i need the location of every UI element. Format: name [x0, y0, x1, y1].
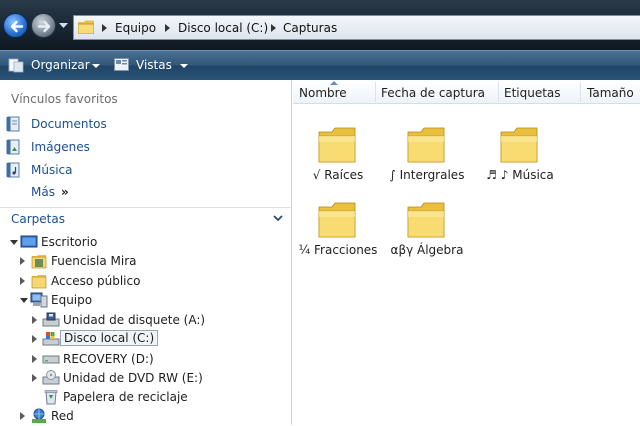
sort-ascending-icon	[330, 81, 338, 85]
hard-drive-icon	[42, 355, 60, 364]
tree-item-label: RECOVERY (D:)	[63, 352, 154, 366]
favorite-link-label: Música	[31, 163, 73, 177]
favorite-links-title: Vínculos favoritos	[11, 92, 118, 106]
tree-item-label: Fuencisla Mira	[51, 254, 137, 268]
public-folder-icon	[31, 275, 47, 289]
computer-icon	[30, 292, 48, 308]
documents-icon	[6, 116, 20, 132]
organize-dropdown-icon	[92, 64, 100, 68]
breadcrumb-separator-icon[interactable]	[271, 24, 276, 32]
tree-item-label: Disco local (C:)	[60, 330, 159, 346]
tree-item-label: Papelera de reciclaje	[63, 390, 188, 404]
organize-label: Organizar	[31, 58, 90, 72]
breadcrumb-separator-icon[interactable]	[165, 24, 170, 32]
navigation-pane: Vínculos favoritos Documentos Imágenes M…	[0, 80, 292, 425]
tree-item-label: Unidad de DVD RW (E:)	[63, 371, 203, 385]
breadcrumb-equipo[interactable]: Equipo	[115, 21, 156, 35]
tree-expand-arrow-icon[interactable]	[20, 412, 25, 420]
column-divider[interactable]	[375, 82, 376, 102]
tree-item-label: Red	[51, 409, 74, 423]
favorite-link-pictures[interactable]: Imágenes	[6, 137, 246, 157]
back-arrow-icon	[10, 20, 24, 33]
folders-title[interactable]: Carpetas	[11, 212, 65, 226]
folder-item-musica[interactable]: ♬ ♪ Música	[475, 126, 565, 192]
forward-arrow-icon	[37, 20, 51, 33]
folder-icon	[318, 127, 356, 163]
folder-item-label: ♬ ♪ Música	[486, 168, 554, 182]
folder-item-raices[interactable]: √ Raíces	[293, 126, 383, 192]
column-header-fecha-captura[interactable]: Fecha de captura	[381, 86, 485, 100]
column-divider[interactable]	[498, 82, 499, 102]
views-dropdown-icon	[180, 64, 188, 68]
local-disk-icon	[42, 332, 60, 346]
tree-expand-arrow-icon[interactable]	[20, 277, 25, 285]
folder-icon	[318, 202, 356, 238]
folder-item-label: ¼ Fracciones	[298, 243, 378, 257]
floppy-drive-icon	[42, 312, 60, 327]
desktop-icon	[20, 235, 38, 248]
folder-icon	[500, 127, 538, 163]
favorite-link-music[interactable]: Música	[6, 160, 246, 180]
breadcrumb-disco-local[interactable]: Disco local (C:)	[178, 21, 268, 35]
folder-item-algebra[interactable]: αβγ Álgebra	[382, 201, 472, 267]
tree-expand-arrow-icon[interactable]	[32, 355, 37, 363]
back-button[interactable]	[3, 13, 28, 38]
folder-icon	[78, 20, 94, 34]
tree-expand-arrow-icon[interactable]	[32, 316, 37, 324]
folder-item-label: ∫ Intergrales	[389, 168, 465, 182]
tree-item-label: Acceso público	[51, 274, 141, 288]
recycle-bin-icon	[44, 390, 58, 405]
favorite-link-documents[interactable]: Documentos	[6, 114, 246, 134]
folder-item-label: √ Raíces	[312, 168, 364, 182]
tree-expand-arrow-icon[interactable]	[20, 257, 25, 265]
tree-expand-arrow-icon[interactable]	[32, 335, 37, 343]
folder-icon	[407, 202, 445, 238]
breadcrumb-separator-icon[interactable]	[102, 24, 107, 32]
music-icon	[6, 162, 20, 178]
views-label: Vistas	[136, 58, 172, 72]
column-divider[interactable]	[580, 82, 581, 102]
address-box[interactable]: Equipo Disco local (C:) Capturas	[73, 15, 640, 40]
network-icon	[32, 408, 46, 423]
folder-item-label: αβγ Álgebra	[390, 243, 464, 257]
more-links-button[interactable]: Más »	[31, 185, 69, 199]
user-folder-icon	[31, 255, 47, 269]
file-list-pane: Nombre Fecha de captura Etiquetas Tamaño…	[293, 80, 640, 425]
chevron-down-icon[interactable]	[272, 212, 284, 224]
pane-divider	[0, 207, 291, 208]
column-header-nombre[interactable]: Nombre	[299, 86, 347, 100]
column-header-etiquetas[interactable]: Etiquetas	[504, 86, 561, 100]
command-bar: Organizar Vistas	[0, 50, 640, 80]
tree-item-label: Unidad de disquete (A:)	[63, 313, 206, 327]
tree-expand-arrow-icon[interactable]	[10, 240, 18, 245]
double-chevron-icon: »	[60, 185, 69, 199]
column-headers: Nombre Fecha de captura Etiquetas Tamaño	[293, 80, 640, 104]
pictures-icon	[6, 139, 20, 155]
forward-button[interactable]	[31, 13, 56, 38]
organize-icon	[8, 58, 24, 73]
recent-pages-dropdown-icon[interactable]	[59, 22, 68, 29]
folder-item-intergrales[interactable]: ∫ Intergrales	[382, 126, 472, 192]
folder-item-fracciones[interactable]: ¼ Fracciones	[293, 201, 383, 267]
dvd-drive-icon	[42, 370, 60, 385]
tree-item-label: Equipo	[51, 293, 93, 307]
tree-expand-arrow-icon[interactable]	[20, 298, 28, 303]
favorite-link-label: Imágenes	[31, 140, 90, 154]
address-toolbar: Equipo Disco local (C:) Capturas	[0, 0, 640, 50]
more-links-label: Más	[31, 185, 55, 199]
column-header-tamano[interactable]: Tamaño	[587, 86, 634, 100]
tree-item-label: Escritorio	[41, 235, 98, 249]
tree-expand-arrow-icon[interactable]	[32, 374, 37, 382]
breadcrumb-capturas[interactable]: Capturas	[283, 21, 337, 35]
views-icon	[114, 58, 129, 71]
folder-icon	[407, 127, 445, 163]
favorite-link-label: Documentos	[31, 117, 107, 131]
